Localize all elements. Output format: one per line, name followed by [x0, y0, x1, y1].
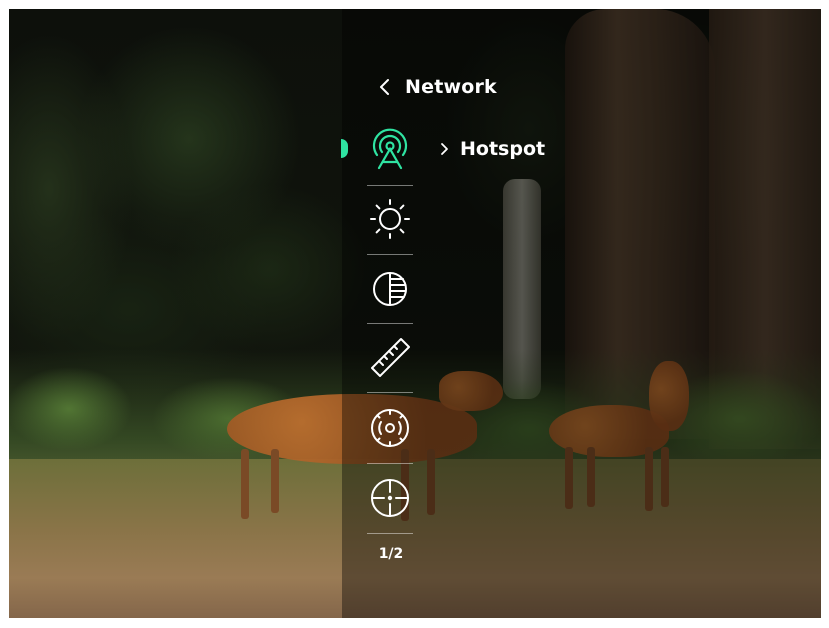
- selection-marker: [341, 139, 348, 158]
- menu-divider: [367, 254, 413, 255]
- brightness-icon: [370, 199, 410, 239]
- menu-item-contrast[interactable]: [366, 265, 414, 313]
- menu-item-brightness[interactable]: [366, 195, 414, 243]
- chevron-right-icon: [441, 143, 448, 155]
- submenu-entry[interactable]: Hotspot: [438, 135, 545, 163]
- reticle-icon: [371, 479, 409, 517]
- menu-divider: [367, 323, 413, 324]
- menu-header[interactable]: Network: [375, 72, 497, 102]
- submenu-label: Hotspot: [460, 138, 546, 160]
- menu-divider: [367, 533, 413, 534]
- menu-item-ruler[interactable]: [366, 333, 414, 381]
- chevron-left-icon[interactable]: [375, 75, 393, 99]
- menu-item-calibration[interactable]: [366, 404, 414, 452]
- menu-divider: [367, 392, 413, 393]
- menu-item-network[interactable]: [366, 124, 414, 172]
- menu-title: Network: [405, 76, 497, 98]
- network-icon: [372, 128, 408, 170]
- menu-item-reticle[interactable]: [366, 474, 414, 522]
- page-indicator: 1/2: [378, 546, 404, 562]
- ruler-icon: [371, 338, 410, 377]
- osd-menu: Network Hotspot 1/2: [0, 0, 829, 628]
- contrast-icon: [373, 272, 407, 306]
- calibration-icon: [371, 409, 409, 447]
- menu-divider: [367, 463, 413, 464]
- menu-divider: [367, 185, 413, 186]
